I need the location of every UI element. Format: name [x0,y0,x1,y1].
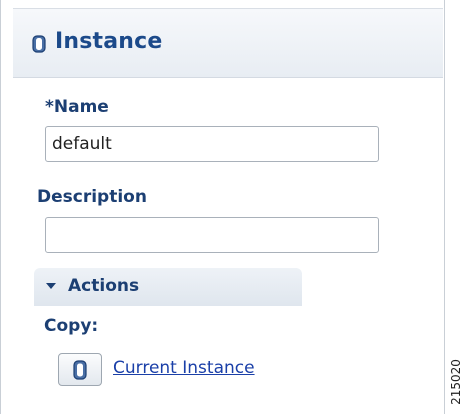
database-icon [73,360,87,380]
database-icon [32,35,46,53]
panel-header: Instance [13,8,443,78]
instance-panel: Instance *Name Description Actions Copy:… [0,0,445,414]
description-field[interactable] [45,217,379,253]
actions-label: Actions [68,276,140,296]
panel-title: Instance [55,29,163,54]
copy-label: Copy: [44,316,99,336]
actions-section-header[interactable]: Actions [34,268,302,306]
figure-id-text: 215020 [449,359,463,405]
description-label: Description [37,187,147,207]
copy-instance-button[interactable] [58,353,102,386]
name-field[interactable] [45,126,379,162]
name-label: *Name [45,97,109,117]
current-instance-link[interactable]: Current Instance [113,358,255,378]
figure-id: 215020 [446,352,466,412]
caret-down-icon [46,283,56,289]
